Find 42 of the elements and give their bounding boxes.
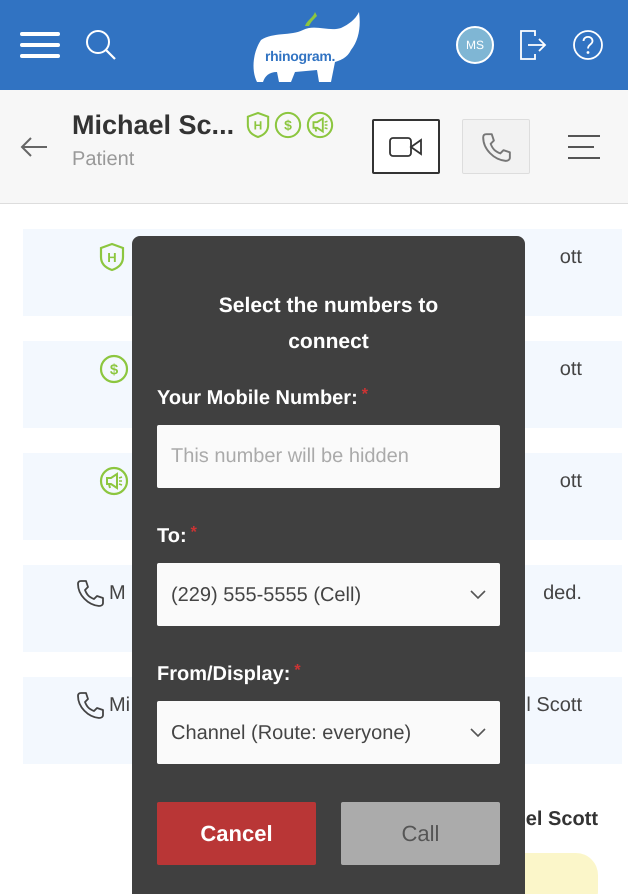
dollar-icon: $	[99, 354, 129, 384]
event-text: ott	[560, 245, 582, 270]
dialog-title: Select the numbers to connect	[218, 293, 440, 355]
dollar-icon: $	[274, 110, 302, 139]
event-text: l Scott	[526, 693, 582, 718]
shield-icon: H	[246, 110, 270, 139]
logo-text: rhinogram.	[265, 47, 336, 66]
megaphone-icon	[99, 466, 129, 496]
video-call-button[interactable]	[372, 119, 440, 174]
phone-icon	[75, 690, 105, 720]
event-text: ott	[560, 469, 582, 494]
phone-icon	[75, 578, 105, 608]
event-text: Mi	[109, 693, 130, 718]
help-icon[interactable]	[572, 29, 604, 61]
shield-icon: H	[99, 242, 125, 272]
required-mark: *	[362, 386, 368, 404]
caret-icon	[470, 728, 486, 738]
event-text: ott	[560, 357, 582, 382]
event-text: ded.	[543, 581, 582, 606]
back-arrow-icon[interactable]	[20, 136, 48, 158]
required-mark: *	[294, 662, 301, 680]
sender-name: el Scott	[526, 807, 598, 832]
caret-icon	[470, 590, 486, 600]
phone-icon	[480, 130, 512, 162]
event-text: M	[109, 581, 126, 606]
select-field[interactable]: (229) 555-5555 (Cell)	[157, 563, 500, 626]
menu-icon[interactable]	[20, 30, 60, 60]
contact-name: Michael Sc...	[72, 110, 234, 140]
contact-role: Patient	[72, 147, 136, 172]
video-camera-icon	[389, 136, 423, 158]
select-field[interactable]: Channel (Route: everyone)	[157, 701, 500, 764]
field-label: To:	[157, 525, 187, 548]
phone-call-button[interactable]	[462, 119, 530, 174]
logout-icon[interactable]	[518, 28, 548, 62]
cancel-button[interactable]: Cancel	[157, 802, 316, 866]
megaphone-icon	[306, 110, 334, 139]
input-field[interactable]: This number will be hidden	[157, 425, 500, 488]
field-label: From/Display:	[157, 663, 290, 686]
menu-icon[interactable]	[566, 134, 602, 160]
required-mark: *	[190, 524, 197, 542]
search-icon[interactable]	[84, 28, 118, 62]
field-label: Your Mobile Number:	[157, 387, 358, 410]
